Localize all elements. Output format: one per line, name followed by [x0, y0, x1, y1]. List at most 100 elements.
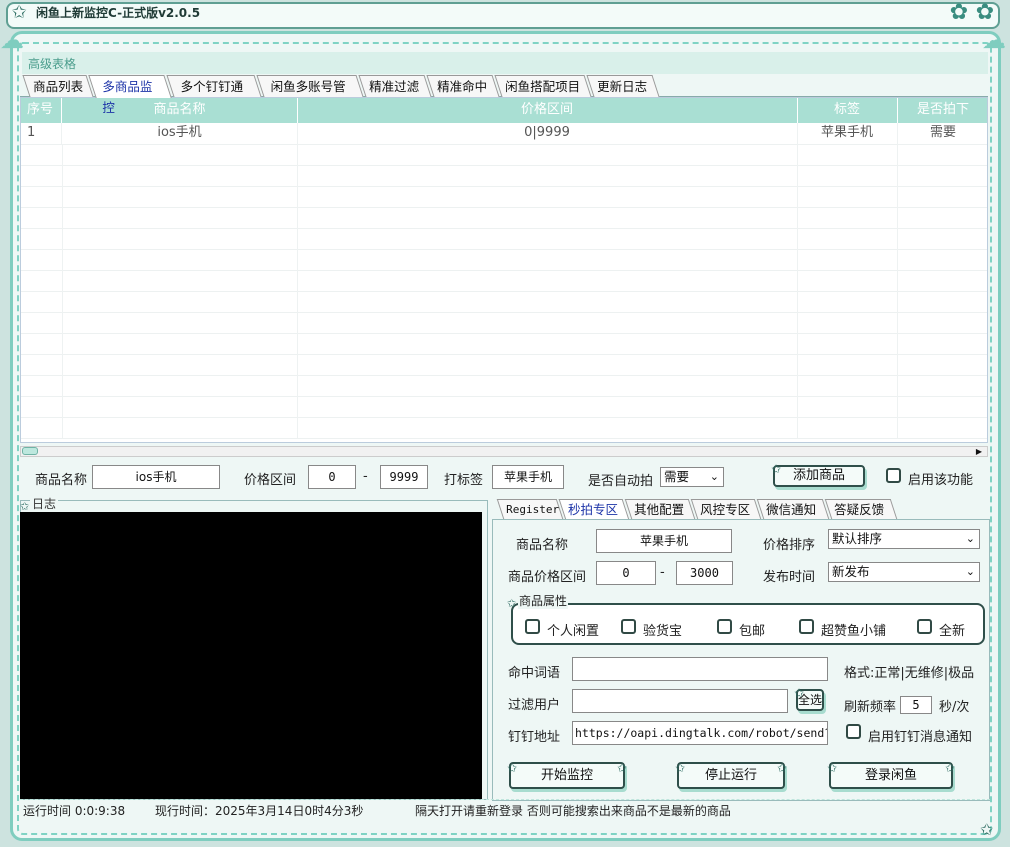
tab-flash[interactable]: 秒拍专区: [558, 499, 630, 520]
select-all-button[interactable]: ✩ 全选: [794, 686, 824, 711]
empty-cell: [797, 144, 898, 165]
price-min-input[interactable]: 0: [308, 465, 356, 489]
table-row[interactable]: 1 ios手机 0|9999 苹果手机 需要: [21, 123, 987, 145]
time-select[interactable]: 新发布 ⌄: [828, 562, 980, 582]
cell-tag: 苹果手机: [797, 123, 898, 144]
tab-multi-account[interactable]: 闲鱼多账号管理: [256, 75, 364, 115]
hit-input[interactable]: [572, 657, 828, 681]
tab-register[interactable]: Register: [496, 499, 564, 519]
ding-url-input[interactable]: https://oapi.dingtalk.com/robot/send?acc…: [572, 721, 828, 745]
star-icon: ✩: [827, 761, 838, 775]
empty-cell: [897, 186, 987, 207]
empty-cell: [297, 144, 798, 165]
cell-price: 0|9999: [297, 123, 798, 144]
tab-multi-dingtalk[interactable]: 多个钉钉通知: [166, 75, 262, 115]
price-max-input[interactable]: 9999: [380, 465, 428, 489]
empty-cell: [21, 291, 63, 312]
col-name[interactable]: 商品名称: [62, 98, 298, 123]
prop-new-checkbox[interactable]: [917, 619, 932, 634]
tab-wechat-notify[interactable]: 微信通知: [756, 499, 830, 519]
prop-personal-label: 个人闲置: [547, 624, 600, 639]
add-product-button[interactable]: ✩ 添加商品: [771, 462, 865, 487]
minimize-icon[interactable]: ✿: [948, 2, 970, 24]
empty-cell: [297, 417, 798, 438]
price-label: 价格区间: [244, 473, 297, 488]
scroll-right-icon[interactable]: ▶: [972, 447, 986, 456]
tab-bundle-project[interactable]: 闲鱼搭配项目: [494, 75, 592, 97]
ding-enable-checkbox[interactable]: [846, 724, 861, 739]
tab-precise-filter[interactable]: 精准过滤: [358, 75, 432, 97]
tab-precise-hit[interactable]: 精准命中: [426, 75, 500, 97]
empty-cell: [297, 375, 798, 396]
prop-shop-checkbox[interactable]: [799, 619, 814, 634]
empty-cell: [62, 312, 298, 333]
star-corner-icon: ✩: [980, 820, 994, 839]
empty-cell: [897, 375, 987, 396]
scroll-thumb[interactable]: [22, 447, 38, 455]
empty-cell: [21, 312, 63, 333]
empty-cell: [62, 270, 298, 291]
prop-inspect-checkbox[interactable]: [621, 619, 636, 634]
prop-freeship-label: 包邮: [739, 624, 766, 639]
range-min-input[interactable]: 0: [596, 561, 656, 585]
empty-cell: [797, 270, 898, 291]
tab-product-list[interactable]: 商品列表: [22, 75, 94, 97]
log-label: 日志: [30, 495, 59, 512]
horizontal-scrollbar[interactable]: [20, 446, 988, 457]
empty-cell: [797, 333, 898, 354]
empty-cell: [62, 249, 298, 270]
empty-cell: [797, 354, 898, 375]
prop-freeship-checkbox[interactable]: [717, 619, 732, 634]
empty-cell: [297, 270, 798, 291]
empty-cell: [897, 228, 987, 249]
star-icon: ✩: [944, 761, 955, 775]
empty-cell: [897, 333, 987, 354]
empty-cell: [297, 354, 798, 375]
star-icon: ✩: [11, 2, 27, 23]
col-tag[interactable]: 标签: [797, 98, 898, 123]
empty-cell: [21, 354, 63, 375]
empty-cell: [897, 144, 987, 165]
empty-cell: [797, 207, 898, 228]
filter-input[interactable]: [572, 689, 788, 713]
col-index[interactable]: 序号: [21, 98, 62, 123]
empty-cell: [62, 291, 298, 312]
empty-cell: [21, 396, 63, 417]
chevron-down-icon: ⌄: [965, 565, 975, 578]
login-button[interactable]: ✩ ✩ 登录闲鱼: [827, 761, 955, 789]
range-max-input[interactable]: 3000: [676, 561, 733, 585]
auto-label: 是否自动拍: [588, 474, 654, 489]
empty-table-row: [21, 270, 987, 292]
start-monitor-button[interactable]: ✩ ✩ 开始监控: [507, 761, 627, 789]
tab-changelog[interactable]: 更新日志: [586, 75, 660, 97]
enable-checkbox[interactable]: [886, 468, 901, 483]
empty-cell: [897, 207, 987, 228]
prop-new-label: 全新: [939, 624, 966, 639]
tab-faq[interactable]: 答疑反馈: [824, 499, 898, 519]
tag-input[interactable]: 苹果手机: [492, 465, 564, 489]
refresh-input[interactable]: 5: [900, 696, 932, 714]
name-label: 商品名称: [35, 473, 88, 488]
close-icon[interactable]: ✿: [974, 2, 996, 24]
empty-cell: [297, 228, 798, 249]
empty-cell: [62, 228, 298, 249]
empty-cell: [21, 207, 63, 228]
props-label: 商品属性: [518, 592, 569, 609]
col-bought[interactable]: 是否拍下: [897, 98, 987, 123]
sort-select[interactable]: 默认排序 ⌄: [828, 529, 980, 549]
name-input[interactable]: ios手机: [92, 465, 220, 489]
tab-multi-monitor[interactable]: 多商品监控: [88, 75, 172, 115]
log-output[interactable]: [20, 512, 482, 799]
empty-cell: [62, 417, 298, 438]
empty-table-row: [21, 396, 987, 418]
prop-personal-checkbox[interactable]: [525, 619, 540, 634]
auto-select[interactable]: 需要 ⌄: [660, 467, 724, 487]
table-header: 序号 商品名称 价格区间 标签 是否拍下: [21, 98, 987, 123]
tab-other-config[interactable]: 其他配置: [624, 499, 696, 519]
stop-button[interactable]: ✩ ✩ 停止运行: [675, 761, 787, 789]
flash-name-input[interactable]: 苹果手机: [596, 529, 732, 553]
col-price[interactable]: 价格区间: [297, 98, 798, 123]
product-table[interactable]: 序号 商品名称 价格区间 标签 是否拍下 1 ios手机 0|9999 苹果手机…: [20, 97, 988, 443]
empty-cell: [897, 249, 987, 270]
tab-risk-control[interactable]: 风控专区: [690, 499, 762, 519]
